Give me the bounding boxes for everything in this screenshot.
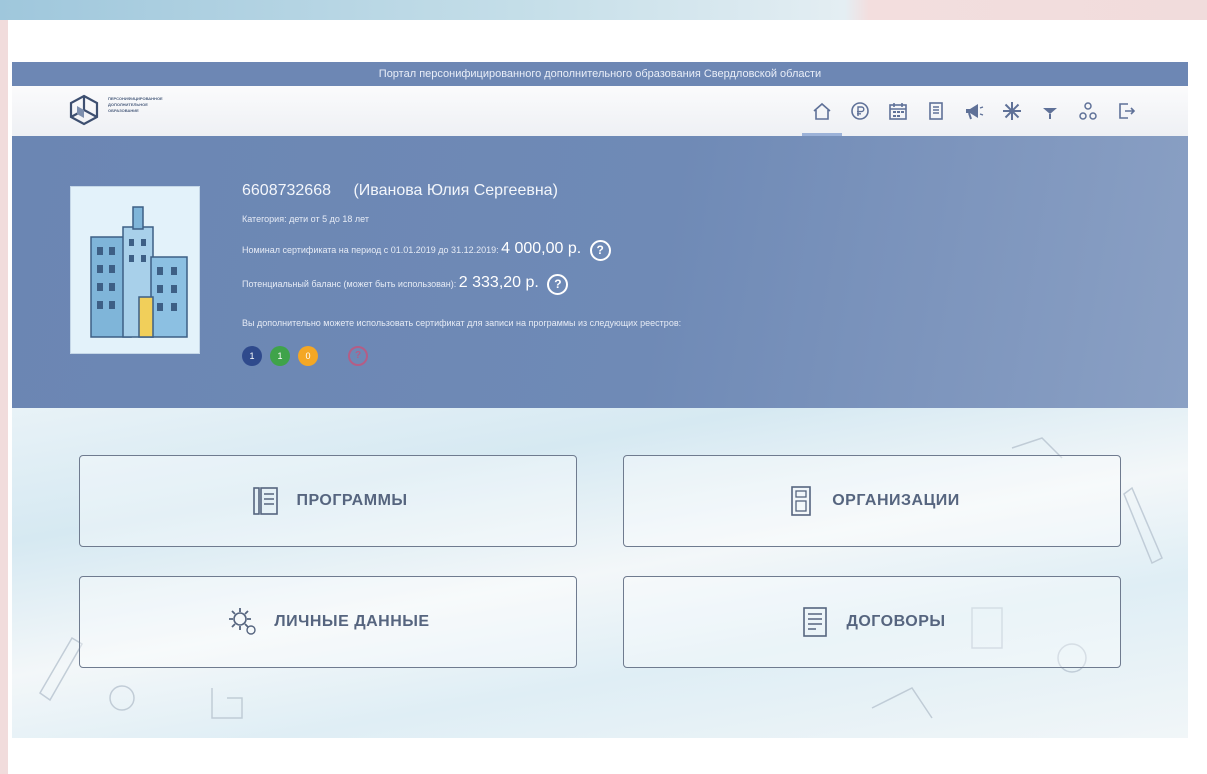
logo-icon[interactable]	[68, 94, 100, 126]
programs-icon	[248, 484, 282, 518]
organizations-label: ОРГАНИЗАЦИИ	[832, 492, 960, 509]
portal-title: Портал персонифицированного дополнительн…	[378, 68, 822, 80]
balance-label: Потенциальный баланс (может быть использ…	[242, 279, 457, 289]
balance-help-icon[interactable]: ?	[547, 274, 569, 296]
category-text: Категория: дети от 5 до 18 лет	[242, 214, 369, 224]
avatar	[70, 186, 200, 354]
portal-title-bar: Портал персонифицированного дополнительн…	[12, 62, 1188, 86]
balance-value: 2 333,20 р.	[458, 274, 539, 291]
star-icon[interactable]	[998, 96, 1026, 126]
logo-text: персонифицированное дополнительное образ…	[108, 96, 163, 113]
rouble-icon[interactable]	[846, 96, 874, 126]
nav-icon-bar	[802, 96, 1140, 136]
nominal-row: Номинал сертификата на период с 01.01.20…	[242, 240, 611, 262]
megaphone-icon[interactable]	[960, 96, 988, 126]
balance-row: Потенциальный баланс (может быть использ…	[242, 274, 569, 296]
nominal-value: 4 000,00 р.	[501, 240, 582, 257]
home-icon[interactable]	[802, 96, 842, 136]
certificate-header: 6608732668 (Иванова Юлия Сергеевна)	[242, 182, 558, 200]
gear-icon	[226, 605, 260, 639]
contract-icon	[798, 605, 832, 639]
tree-icon[interactable]	[1036, 96, 1064, 126]
nominal-help-icon[interactable]: ?	[589, 240, 611, 262]
holder-name: (Иванова Юлия Сергеевна)	[353, 182, 558, 199]
registry-badge[interactable]: 1	[242, 346, 262, 366]
contracts-label: ДОГОВОРЫ	[846, 613, 946, 630]
top-background-strip	[0, 0, 1207, 20]
personal-data-button[interactable]: ЛИЧНЫЕ ДАННЫЕ	[79, 576, 577, 668]
profile-panel: 6608732668 (Иванова Юлия Сергеевна) Кате…	[12, 136, 1188, 408]
calendar-icon[interactable]	[884, 96, 912, 126]
navbar: персонифицированное дополнительное образ…	[12, 86, 1188, 136]
programs-button[interactable]: ПРОГРАММЫ	[79, 455, 577, 547]
registry-badge[interactable]: 1	[270, 346, 290, 366]
logout-icon[interactable]	[1112, 96, 1140, 126]
organizations-button[interactable]: ОРГАНИЗАЦИИ	[623, 455, 1121, 547]
organizations-icon	[784, 484, 818, 518]
main-content: ПРОГРАММЫ ОРГАНИЗАЦИИ ЛИЧНЫЕ ДАННЫЕ ДОГО…	[12, 408, 1188, 738]
registry-badge[interactable]: 0	[298, 346, 318, 366]
personal-data-label: ЛИЧНЫЕ ДАННЫЕ	[274, 613, 430, 630]
nominal-label: Номинал сертификата на период с 01.01.20…	[242, 245, 499, 255]
registries-text: Вы дополнительно можете использовать сер…	[242, 318, 682, 328]
contracts-button[interactable]: ДОГОВОРЫ	[623, 576, 1121, 668]
programs-label: ПРОГРАММЫ	[296, 492, 408, 509]
certificate-number: 6608732668	[242, 182, 331, 199]
registries-help-icon[interactable]: ?	[348, 346, 368, 366]
people-icon[interactable]	[1074, 96, 1102, 126]
registry-badges: 1 1 0 ?	[242, 346, 368, 366]
document-icon[interactable]	[922, 96, 950, 126]
